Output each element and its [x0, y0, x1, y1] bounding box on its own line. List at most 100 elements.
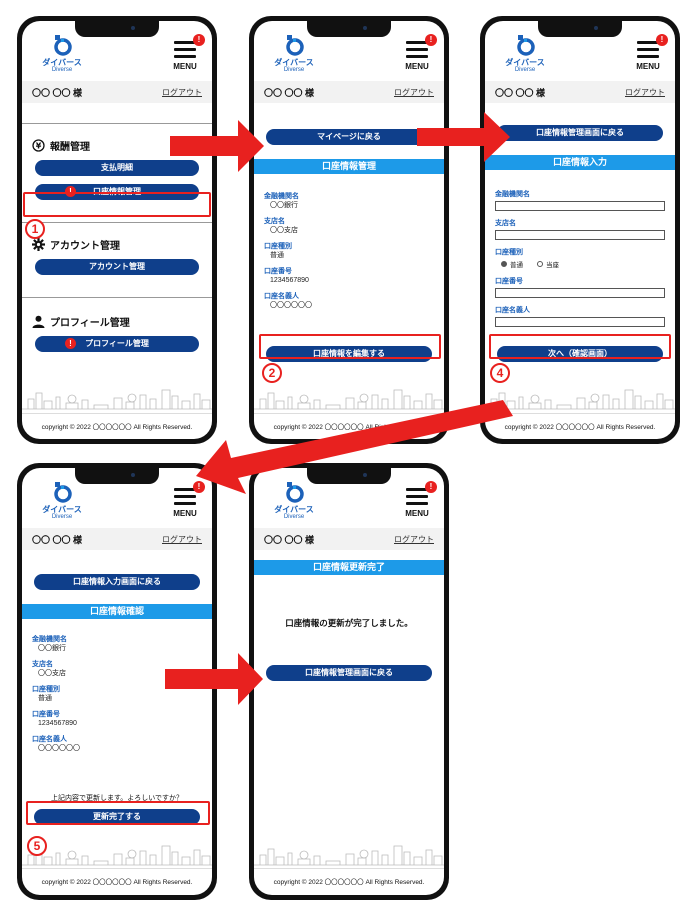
field-value: 普通: [38, 695, 52, 702]
hamburger-icon: [174, 41, 196, 62]
alert-icon: !: [65, 338, 76, 349]
hamburger-icon: [174, 488, 196, 509]
divider: [254, 868, 444, 869]
highlight-box-next: [489, 334, 671, 359]
back-to-bank-info-button[interactable]: 口座情報管理画面に戻る: [266, 665, 432, 681]
menu-label: MENU: [405, 62, 429, 71]
field-label: 口座番号: [495, 278, 523, 285]
radio-ordinary[interactable]: 普通: [501, 259, 523, 269]
phone-notch: [307, 21, 391, 37]
field-value: 1234567890: [270, 277, 309, 284]
screen: ダイバース Diverse MENU ! 〇〇 〇〇 様 ログアウト 口座情報入…: [22, 468, 212, 895]
field-value: 〇〇〇〇〇〇: [270, 302, 312, 309]
hamburger-icon: [637, 41, 659, 62]
logo[interactable]: ダイバース Diverse: [32, 34, 92, 76]
cityscape-illustration: [485, 389, 675, 410]
bank-info-fields: 金融機関名 〇〇銀行 支店名 〇〇支店 口座種別 普通 口座番号 1234567…: [254, 174, 444, 311]
cityscape-illustration: [22, 845, 212, 866]
account-management-button[interactable]: アカウント管理: [35, 259, 199, 275]
phone-screen-mypage: ダイバース Diverse MENU ! 〇〇 〇〇 様 ログアウト ¥ 報酬管…: [17, 16, 217, 444]
screen: ダイバース Diverse MENU ! 〇〇 〇〇 様 ログアウト 口座情報管…: [485, 21, 675, 439]
phone-notch: [75, 21, 159, 37]
field-label: 口座名義人: [495, 307, 530, 314]
logo-mark-icon: [286, 35, 304, 56]
account-type-radio-group: 普通 当座: [501, 259, 665, 269]
user-name: 〇〇 〇〇 様: [495, 87, 546, 98]
logout-link[interactable]: ログアウト: [394, 534, 434, 545]
menu-button[interactable]: MENU !: [400, 34, 437, 75]
bank-input-form: 金融機関名 支店名 口座種別 普通 当座 口座番号 口座名義人: [485, 170, 675, 327]
profile-management-label: プロフィール管理: [85, 339, 149, 348]
profile-management-button[interactable]: ! プロフィール管理: [35, 336, 199, 352]
radio-dot: [501, 261, 507, 267]
field-value: 〇〇銀行: [270, 202, 298, 209]
cityscape-illustration: [254, 845, 444, 866]
logo[interactable]: ダイバース Diverse: [32, 481, 92, 523]
user-name: 〇〇 〇〇 様: [32, 534, 83, 545]
logo[interactable]: ダイバース Diverse: [264, 481, 324, 523]
payment-details-button[interactable]: 支払明細: [35, 160, 199, 176]
phone-screen-update-complete: ダイバース Diverse MENU ! 〇〇 〇〇 様 ログアウト 口座情報更…: [249, 463, 449, 900]
complete-message: 口座情報の更新が完了しました。: [285, 618, 413, 628]
copyright: copyright © 2022 〇〇〇〇〇〇 All Rights Reser…: [504, 424, 656, 431]
gear-icon: [32, 238, 45, 251]
user-name: 〇〇 〇〇 様: [264, 534, 315, 545]
field-label: 金融機関名: [495, 191, 530, 198]
notification-badge: !: [193, 34, 205, 46]
divider: [254, 413, 444, 414]
menu-label: MENU: [173, 62, 197, 71]
field-label: 金融機関名: [264, 193, 299, 200]
logo[interactable]: ダイバース Diverse: [264, 34, 324, 76]
compensation-section: ¥ 報酬管理 支払明細 ! 口座情報管理: [22, 124, 212, 200]
menu-label: MENU: [405, 509, 429, 518]
back-to-bank-info-button[interactable]: 口座情報管理画面に戻る: [497, 125, 663, 141]
person-icon: [32, 315, 45, 328]
menu-button[interactable]: MENU !: [631, 34, 668, 75]
account-holder-input[interactable]: [495, 317, 665, 327]
menu-button[interactable]: MENU !: [168, 34, 205, 75]
field-value: 〇〇銀行: [38, 645, 66, 652]
menu-button[interactable]: MENU !: [168, 481, 205, 522]
logo[interactable]: ダイバース Diverse: [495, 34, 555, 76]
field-value: 普通: [270, 252, 284, 259]
branch-name-input[interactable]: [495, 230, 665, 240]
logout-link[interactable]: ログアウト: [162, 534, 202, 545]
logout-link[interactable]: ログアウト: [625, 87, 665, 98]
field-label: 口座名義人: [32, 736, 67, 743]
yen-icon: ¥: [32, 139, 45, 152]
account-number-input[interactable]: [495, 288, 665, 298]
bank-confirm-fields: 金融機関名 〇〇銀行 支店名 〇〇支店 口座種別 普通 口座番号 1234567…: [22, 619, 212, 754]
brand-name-en: Diverse: [283, 514, 305, 520]
brand-name: ダイバース: [274, 505, 314, 514]
highlight-box-bank-info: [23, 192, 211, 217]
step-marker-2: 2: [262, 363, 282, 383]
divider: [485, 413, 675, 414]
back-to-mypage-button[interactable]: マイページに戻る: [266, 129, 432, 145]
screen: ダイバース Diverse MENU ! 〇〇 〇〇 様 ログアウト ¥ 報酬管…: [22, 21, 212, 439]
divider: [22, 868, 212, 869]
field-label: 口座種別: [32, 686, 60, 693]
field-label: 口座種別: [495, 249, 523, 256]
field-label: 口座番号: [32, 711, 60, 718]
bank-name-input[interactable]: [495, 201, 665, 211]
phone-screen-bank-input: ダイバース Diverse MENU ! 〇〇 〇〇 様 ログアウト 口座情報管…: [480, 16, 680, 444]
brand-name-en: Diverse: [51, 67, 73, 73]
copyright: copyright © 2022 〇〇〇〇〇〇 All Rights Reser…: [41, 879, 193, 886]
menu-button[interactable]: MENU !: [400, 481, 437, 522]
copyright: copyright © 2022 〇〇〇〇〇〇 All Rights Reser…: [273, 424, 425, 431]
logout-link[interactable]: ログアウト: [162, 87, 202, 98]
step-marker-4: 4: [490, 363, 510, 383]
back-to-input-button[interactable]: 口座情報入力画面に戻る: [34, 574, 200, 590]
radio-current[interactable]: 当座: [537, 259, 559, 269]
brand-name: ダイバース: [42, 505, 82, 514]
field-label: 口座名義人: [264, 293, 299, 300]
hamburger-icon: [406, 488, 428, 509]
user-bar: 〇〇 〇〇 様 ログアウト: [254, 528, 444, 550]
logo-mark-icon: [286, 482, 304, 503]
logout-link[interactable]: ログアウト: [394, 87, 434, 98]
screen: ダイバース Diverse MENU ! 〇〇 〇〇 様 ログアウト 口座情報更…: [254, 468, 444, 895]
cityscape-illustration: [22, 389, 212, 410]
notification-badge: !: [656, 34, 668, 46]
brand-name-en: Diverse: [283, 67, 305, 73]
highlight-box-edit: [259, 334, 441, 359]
